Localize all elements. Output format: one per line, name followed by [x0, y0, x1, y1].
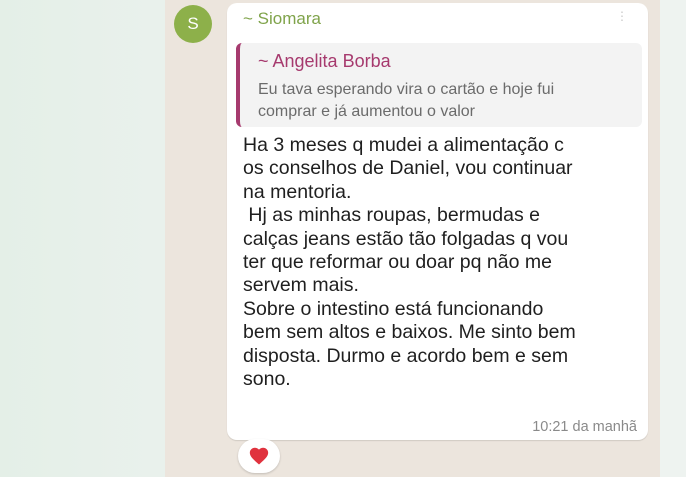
message-line: Sobre o intestino está funcionando: [243, 297, 544, 320]
message-line: bem sem altos e baixos. Me sinto bem: [243, 321, 576, 344]
quoted-message[interactable]: ~ Angelita Borba Eu tava esperando vira …: [236, 43, 642, 127]
message-line: ter que reformar ou doar pq não me: [243, 251, 552, 274]
quoted-text-line: comprar e já aumentou o valor: [258, 103, 475, 120]
message-line: calças jeans estão tão folgadas q vou: [243, 227, 569, 250]
message-line: disposta. Durmo e acordo bem e sem: [243, 344, 569, 367]
message-text: Ha 3 meses q mudei a alimentação c os co…: [243, 134, 643, 391]
message-line: Ha 3 meses q mudei a alimentação c: [243, 134, 564, 156]
message-line: na mentoria.: [243, 180, 352, 203]
message-line: sono.: [243, 368, 291, 391]
quoted-text: Eu tava esperando vira o cartão e hoje f…: [258, 79, 638, 123]
message-line: os conselhos de Daniel, vou continuar: [243, 157, 573, 180]
heart-icon: [249, 447, 269, 465]
message-timestamp: 10:21 da manhã: [532, 419, 637, 435]
more-options-icon: ⋮: [616, 9, 628, 23]
avatar-initial: S: [187, 14, 199, 33]
sender-name[interactable]: ~ Siomara: [243, 9, 321, 29]
message-bubble[interactable]: ~ Siomara ⋮ ~ Angelita Borba Eu tava esp…: [227, 3, 648, 440]
reaction-badge[interactable]: [238, 439, 280, 473]
message-line: Hj as minhas roupas, bermudas e: [243, 204, 540, 227]
sender-avatar[interactable]: S: [174, 5, 212, 43]
message-line: servem mais.: [243, 274, 359, 297]
quoted-author: ~ Angelita Borba: [258, 51, 391, 71]
quoted-text-line: Eu tava esperando vira o cartão e hoje f…: [258, 81, 555, 98]
